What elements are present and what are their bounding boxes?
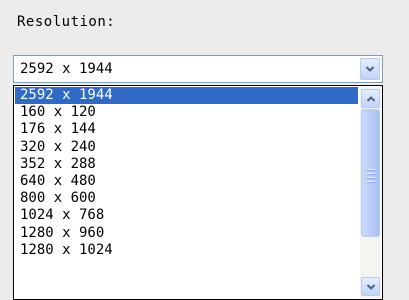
option-item[interactable]: 2592 x 1944 [15,87,358,105]
scroll-up-button[interactable] [361,89,380,108]
resolution-select[interactable]: 2592 x 1944 [13,55,383,83]
vertical-scrollbar[interactable] [360,87,381,298]
grip-icon [367,169,375,185]
option-item[interactable]: 800 x 600 [15,190,358,207]
resolution-dropdown-list[interactable]: 2592 x 1944 160 x 120 176 x 144 320 x 24… [13,85,383,300]
option-item[interactable]: 160 x 120 [15,104,358,121]
option-item[interactable]: 640 x 480 [15,173,358,190]
resolution-select-value: 2592 x 1944 [20,61,113,77]
option-item[interactable]: 1280 x 960 [15,225,358,242]
option-item[interactable]: 320 x 240 [15,139,358,156]
scrollbar-thumb[interactable] [361,109,380,237]
dropdown-toggle-button[interactable] [360,58,380,80]
option-item[interactable]: 352 x 288 [15,156,358,173]
chevron-up-icon [366,95,375,102]
resolution-label: Resolution: [17,14,116,30]
options-list: 2592 x 1944 160 x 120 176 x 144 320 x 24… [15,87,358,259]
chevron-down-icon [366,283,375,290]
option-item[interactable]: 1280 x 1024 [15,242,358,259]
scroll-down-button[interactable] [361,277,380,296]
option-item[interactable]: 1024 x 768 [15,207,358,224]
chevron-down-icon [365,66,375,72]
option-item[interactable]: 176 x 144 [15,121,358,138]
